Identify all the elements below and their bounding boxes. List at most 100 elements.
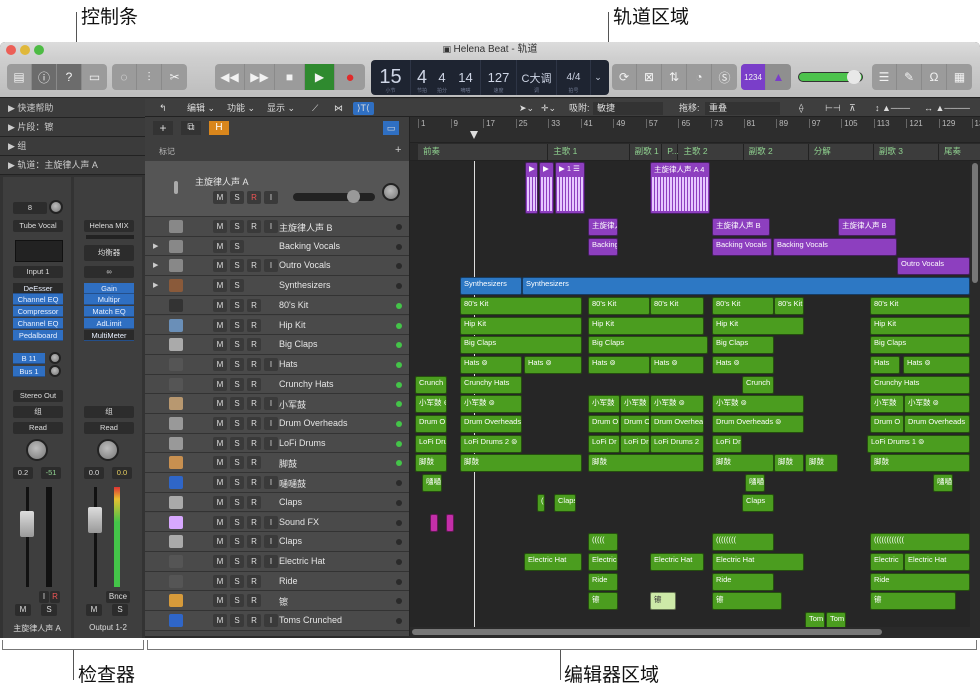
record-enable-button[interactable]: R: [247, 397, 261, 411]
volume-fader[interactable]: [88, 507, 102, 533]
group-slot[interactable]: 组: [13, 406, 63, 418]
input-knob[interactable]: [49, 200, 63, 214]
mute-button[interactable]: M: [213, 191, 227, 204]
metronome-button[interactable]: ▲: [766, 64, 791, 90]
track-header[interactable]: M S R Crunchy Hats: [145, 374, 409, 395]
region[interactable]: 小军鼓 ⊚: [415, 395, 447, 414]
region[interactable]: 脚鼓: [712, 454, 774, 473]
note-pad-button[interactable]: ✎: [897, 64, 922, 90]
vertical-zoom-slider[interactable]: ↕ ▲───: [871, 102, 914, 115]
solo-button[interactable]: S: [230, 417, 244, 430]
track-header[interactable]: M S R I LoFi Drums: [145, 433, 409, 454]
region[interactable]: 主旋律人: [588, 218, 618, 236]
record-enable-button[interactable]: R: [247, 515, 261, 529]
solo-button[interactable]: S: [230, 377, 244, 391]
region[interactable]: LoFi Dru: [415, 434, 447, 453]
replace-button[interactable]: ⊠: [637, 64, 662, 90]
region[interactable]: 80's Kit: [712, 296, 774, 315]
back-button[interactable]: ↰: [155, 102, 171, 115]
region[interactable]: LoFi Dr: [620, 434, 650, 453]
region[interactable]: Big Claps: [870, 336, 970, 355]
region[interactable]: 小军鼓 ⊚: [712, 395, 804, 414]
region[interactable]: 镲: [870, 592, 956, 611]
region[interactable]: Hats ⊚: [460, 355, 522, 374]
cycle-button[interactable]: ⟳: [612, 64, 637, 90]
mute-button[interactable]: M: [213, 397, 227, 411]
record-enable-button[interactable]: R: [247, 554, 261, 568]
send-knob[interactable]: [49, 365, 61, 377]
snap-select[interactable]: 敏捷: [593, 102, 663, 115]
mute-button[interactable]: M: [213, 298, 227, 312]
lcd-key[interactable]: C大调调: [517, 60, 557, 95]
region[interactable]: 80's Kit: [460, 296, 582, 315]
mute-button[interactable]: M: [213, 574, 227, 588]
mute-button[interactable]: M: [213, 338, 227, 352]
region[interactable]: 镲: [712, 592, 782, 611]
region[interactable]: ▶ 1 ☰: [555, 162, 585, 214]
region[interactable]: Electric Hat: [650, 552, 704, 571]
mute-button[interactable]: M: [213, 357, 227, 371]
region[interactable]: Tom: [826, 612, 846, 627]
region[interactable]: 脚鼓: [415, 454, 447, 473]
solo-button[interactable]: S: [230, 574, 244, 588]
plugin-slot[interactable]: Channel EQ: [13, 294, 63, 305]
region[interactable]: LoFi Drums 1 ⊚: [867, 434, 970, 453]
solo-button[interactable]: S: [230, 515, 244, 529]
volume-fader-track[interactable]: [94, 487, 97, 587]
region[interactable]: Backing Vocals: [712, 237, 772, 256]
region[interactable]: Electric Hat: [712, 552, 804, 571]
track-name[interactable]: 80's Kit: [279, 300, 308, 310]
solo-button[interactable]: S: [230, 298, 244, 312]
track-header[interactable]: ▶ M S R I Outro Vocals: [145, 256, 409, 277]
track-header[interactable]: M S R I Toms Crunched: [145, 611, 409, 631]
region[interactable]: Hats ⊚: [524, 355, 582, 374]
catch-playhead-button[interactable]: ⟩T⟨: [353, 102, 374, 115]
playhead[interactable]: [474, 161, 475, 627]
input-monitor-button[interactable]: I: [264, 515, 278, 529]
horizontal-zoom-slider[interactable]: ↔ ▲────: [920, 102, 974, 115]
region[interactable]: ▶: [525, 162, 538, 214]
solo-button[interactable]: S: [230, 476, 244, 490]
zoom-button[interactable]: [34, 45, 44, 55]
record-enable-button[interactable]: R: [247, 259, 261, 273]
region[interactable]: Drum Overheads: [650, 415, 704, 433]
close-button[interactable]: [6, 45, 16, 55]
region[interactable]: 小军鼓 ⊚: [650, 395, 704, 414]
region[interactable]: Electric: [870, 552, 904, 571]
region[interactable]: Drum Overheads: [904, 415, 970, 433]
pan-knob[interactable]: [382, 183, 400, 201]
lcd-signature[interactable]: 4/4 拍号: [557, 60, 591, 95]
region[interactable]: ((((((((((((: [870, 533, 970, 552]
input-monitor-button[interactable]: I: [264, 417, 278, 430]
region[interactable]: Drum O: [620, 415, 650, 433]
input-monitor-button[interactable]: I: [264, 554, 278, 568]
region[interactable]: Electric Hat: [524, 552, 582, 571]
track-name[interactable]: Drum Overheads: [279, 418, 348, 428]
region[interactable]: [446, 513, 454, 532]
region[interactable]: 嗵嗵: [745, 474, 765, 493]
mute-button[interactable]: M: [213, 535, 227, 549]
rewind-button[interactable]: ◀◀: [215, 64, 245, 90]
record-enable-button[interactable]: R: [247, 318, 261, 332]
track-header[interactable]: M S R Claps: [145, 492, 409, 513]
record-enable-button[interactable]: R: [247, 436, 261, 450]
edit-menu[interactable]: 编辑 ⌄: [183, 102, 219, 115]
input-value[interactable]: 8: [13, 202, 47, 214]
toolbar-button[interactable]: ▭: [82, 64, 107, 90]
region[interactable]: LoFi Dr: [588, 434, 620, 453]
region[interactable]: Big Claps: [588, 336, 708, 355]
bounce-button[interactable]: Bnce: [106, 591, 130, 603]
region[interactable]: Drum O: [588, 415, 620, 433]
region[interactable]: 主旋律人声 A 4: [650, 162, 710, 214]
mute-button[interactable]: M: [213, 515, 227, 529]
track-name[interactable]: 主旋律人声 A: [195, 175, 249, 188]
region[interactable]: 80's Kit: [650, 296, 704, 315]
record-enable-button[interactable]: R: [247, 614, 261, 627]
track-header[interactable]: M S R 脚鼓: [145, 453, 409, 474]
track-header[interactable]: M S R I 主旋律人声 A: [145, 161, 409, 217]
input-slot[interactable]: Input 1: [13, 266, 63, 278]
marker[interactable]: 主歌 1: [548, 144, 630, 160]
marker[interactable]: P...e: [662, 144, 684, 160]
pencil-tool[interactable]: ✛⌄: [537, 102, 560, 115]
track-name[interactable]: Hip Kit: [279, 320, 306, 330]
